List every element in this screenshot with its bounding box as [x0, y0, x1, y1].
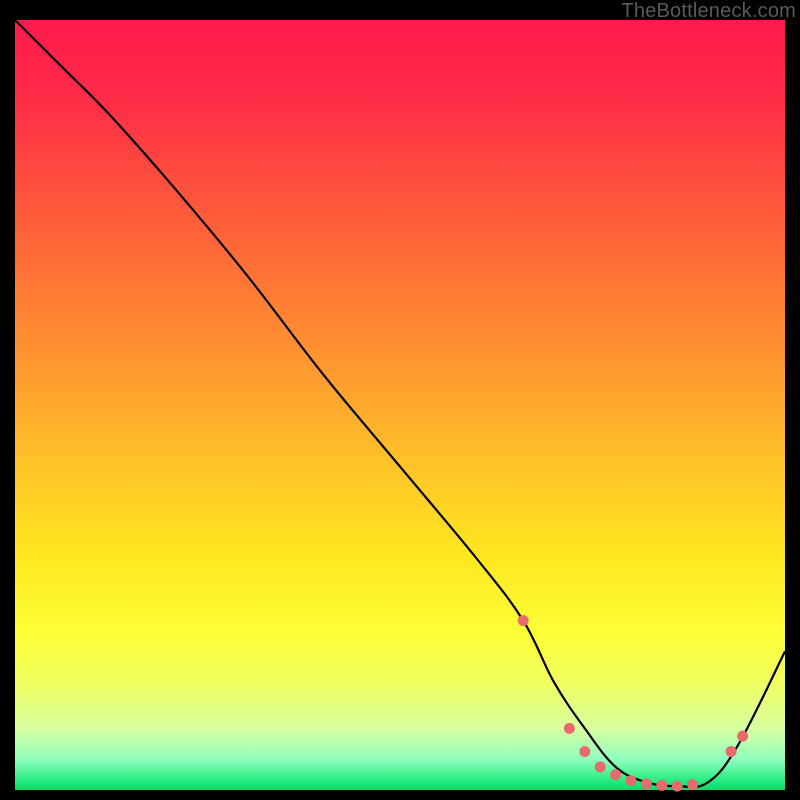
- data-dot: [656, 780, 667, 791]
- chart-svg: [15, 20, 785, 790]
- data-dot: [626, 775, 637, 786]
- data-dot: [610, 769, 621, 780]
- data-dot: [595, 761, 606, 772]
- data-dot: [641, 778, 652, 789]
- bottleneck-curve: [15, 20, 785, 787]
- data-dot: [518, 615, 529, 626]
- watermark-text: TheBottleneck.com: [621, 0, 796, 23]
- data-dot: [687, 779, 698, 790]
- data-dots: [518, 615, 748, 792]
- chart-frame: [15, 20, 785, 790]
- data-dot: [564, 723, 575, 734]
- data-dot: [579, 746, 590, 757]
- data-dot: [726, 746, 737, 757]
- data-dot: [737, 731, 748, 742]
- data-dot: [672, 781, 683, 792]
